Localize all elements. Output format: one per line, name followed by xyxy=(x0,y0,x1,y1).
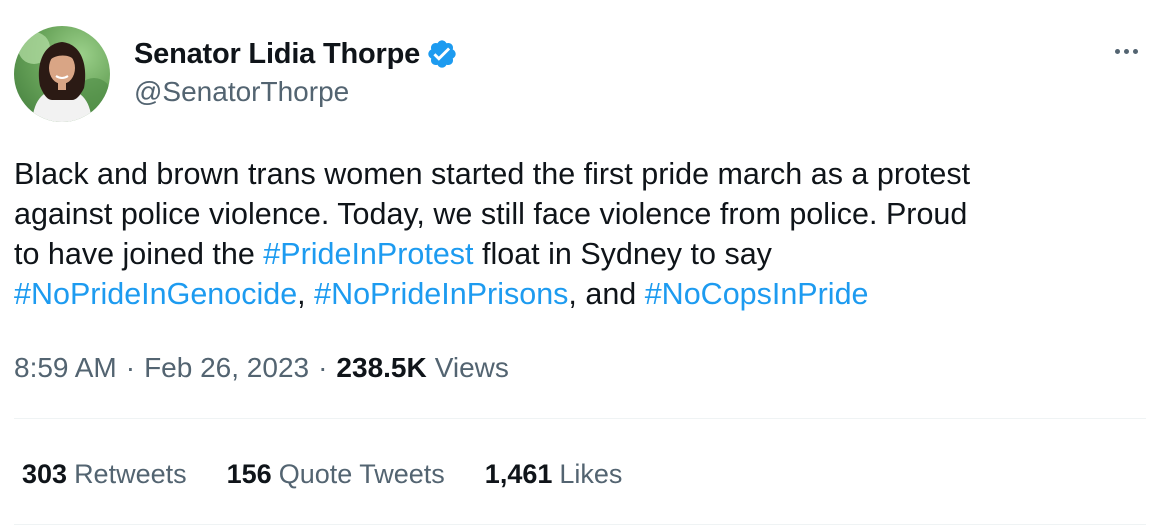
tweet-text-segment: to have joined the xyxy=(14,237,264,271)
author-display-name[interactable]: Senator Lidia Thorpe xyxy=(134,38,420,71)
verified-badge-icon[interactable] xyxy=(426,38,458,70)
avatar[interactable] xyxy=(14,26,110,122)
tweet-text-line: #NoPrideInGenocide, #NoPrideInPrisons, a… xyxy=(14,274,1144,314)
hashtag-link[interactable]: #NoPrideInGenocide xyxy=(14,277,297,311)
quote-tweets-stat[interactable]: 156 Quote Tweets xyxy=(227,459,445,490)
divider xyxy=(14,524,1146,525)
likes-count: 1,461 xyxy=(484,458,553,489)
tweet-text-line: against police violence. Today, we still… xyxy=(14,194,1144,234)
tweet-text-line: Black and brown trans women started the … xyxy=(14,154,1144,194)
tweet-text: Black and brown trans women started the … xyxy=(14,154,1144,314)
tweet-text-segment: Black and brown trans women started the … xyxy=(14,157,971,191)
author-handle[interactable]: @SenatorThorpe xyxy=(134,76,349,108)
tweet-date[interactable]: Feb 26, 2023 xyxy=(144,352,309,384)
views-label: Views xyxy=(434,352,509,383)
meta-separator: · xyxy=(318,352,328,383)
author-name-row[interactable]: Senator Lidia Thorpe xyxy=(134,34,458,74)
tweet-text-segment: float in Sydney to say xyxy=(473,237,772,271)
tweet-meta: 8:59 AM · Feb 26, 2023 · 238.5K Views xyxy=(14,348,509,388)
tweet-text-segment: , and xyxy=(568,277,645,311)
hashtag-link[interactable]: #NoCopsInPride xyxy=(645,277,869,311)
quote-tweets-count: 156 xyxy=(226,458,272,489)
retweets-stat[interactable]: 303 Retweets xyxy=(22,459,187,490)
tweet-card: Senator Lidia Thorpe @SenatorThorpe Blac… xyxy=(0,0,1164,528)
retweets-label: Retweets xyxy=(74,458,187,489)
avatar-photo-icon xyxy=(18,32,110,122)
hashtag-link[interactable]: #NoPrideInPrisons xyxy=(314,277,568,311)
tweet-time[interactable]: 8:59 AM xyxy=(14,352,117,384)
likes-label: Likes xyxy=(559,458,623,489)
divider xyxy=(14,418,1146,419)
views-count: 238.5K xyxy=(336,352,427,383)
meta-separator: · xyxy=(125,352,136,383)
tweet-text-line: to have joined the #PrideInProtest float… xyxy=(14,234,1144,274)
tweet-text-segment: , xyxy=(297,277,315,311)
hashtag-link[interactable]: #PrideInProtest xyxy=(263,237,473,271)
more-options-icon[interactable] xyxy=(1106,36,1146,66)
retweets-count: 303 xyxy=(22,458,68,489)
tweet-text-segment: against police violence. Today, we still… xyxy=(14,197,968,231)
likes-stat[interactable]: 1,461 Likes xyxy=(485,459,623,490)
quote-tweets-label: Quote Tweets xyxy=(278,458,445,489)
tweet-stats: 303 Retweets 156 Quote Tweets 1,461 Like… xyxy=(22,454,662,494)
